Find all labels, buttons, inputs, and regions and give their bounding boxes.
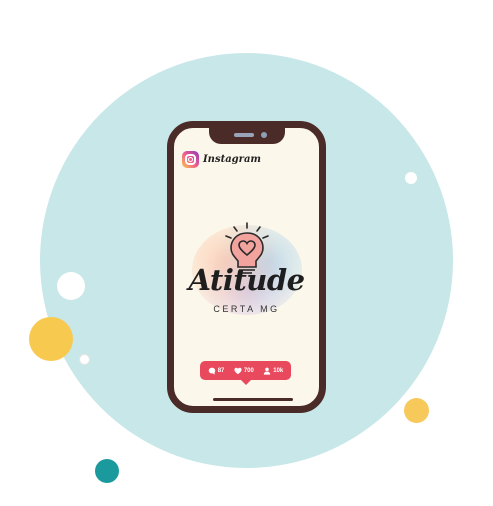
comment-icon <box>208 367 215 375</box>
engagement-stats-badge: 87 700 10k <box>200 361 291 380</box>
camera-icon <box>260 132 267 138</box>
decor-dot-white <box>57 272 85 300</box>
stat-comments: 87 <box>208 367 225 375</box>
stat-followers: 10k <box>263 367 283 375</box>
home-indicator <box>213 398 293 401</box>
instagram-header: Instagram <box>182 151 261 168</box>
stat-comments-value: 87 <box>217 367 225 374</box>
decor-dot-yellow-small <box>404 398 429 423</box>
heart-icon <box>234 367 242 374</box>
brand-title: Atitude <box>188 263 305 297</box>
stat-likes: 700 <box>234 367 254 375</box>
phone-notch <box>208 128 285 144</box>
decor-dot-white-small <box>79 354 90 365</box>
brand-logo: Atitude CERTA MG <box>174 213 319 333</box>
app-name: Instagram <box>203 154 261 165</box>
phone-mockup: Instagram Atitude CERTA MG 87 700 10k <box>167 121 326 413</box>
decor-dot-yellow <box>29 317 73 361</box>
brand-subtitle: CERTA MG <box>213 304 280 314</box>
instagram-icon <box>182 151 199 168</box>
user-icon <box>264 367 271 375</box>
decor-dot-white-right <box>405 172 417 184</box>
decor-dot-teal <box>95 459 119 483</box>
speaker-icon <box>233 133 254 137</box>
stat-followers-value: 10k <box>273 367 284 374</box>
stat-likes-value: 700 <box>243 367 254 374</box>
